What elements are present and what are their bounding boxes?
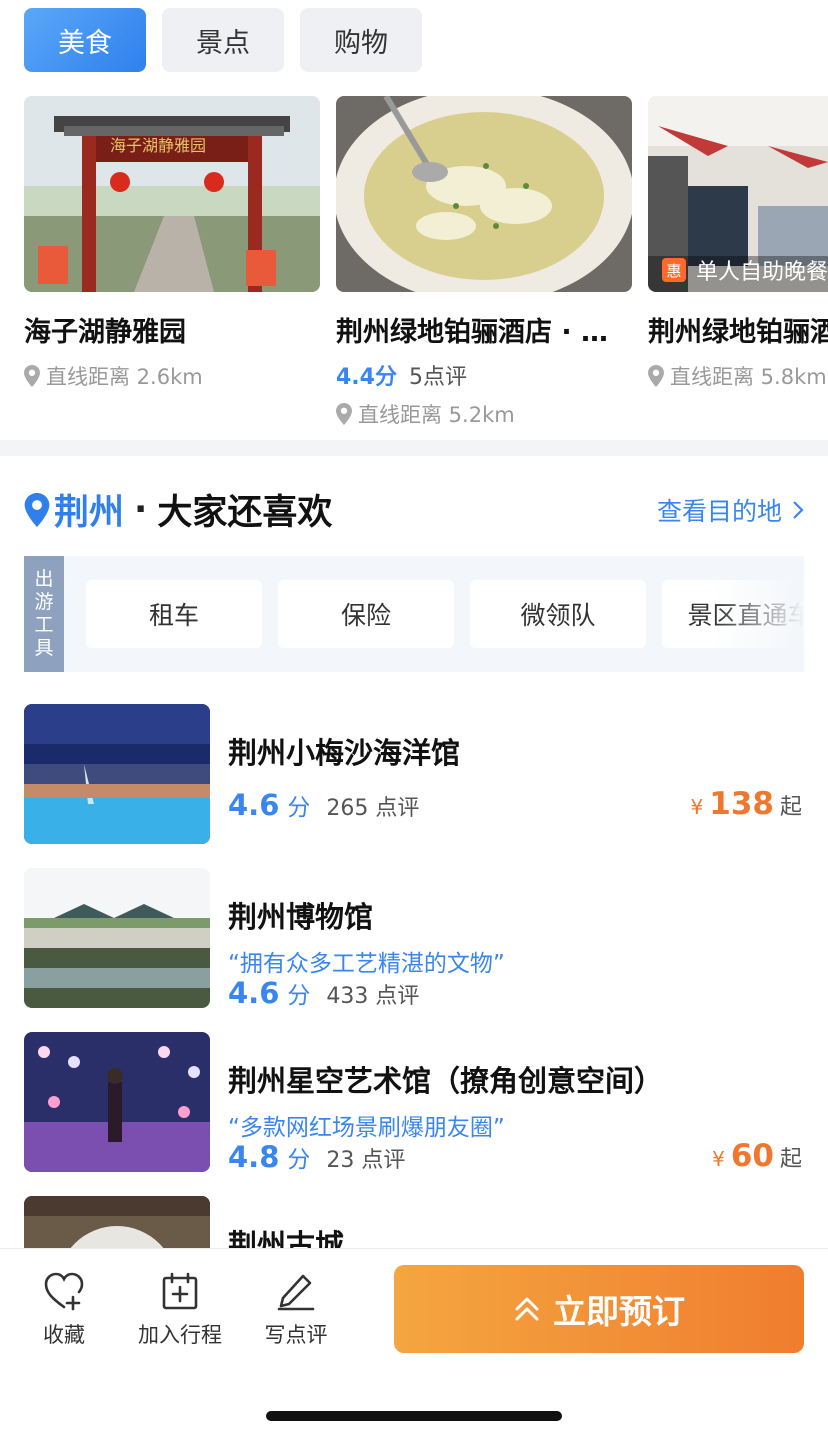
card-title: 荆州绿地铂骊酒店 · … bbox=[336, 317, 609, 348]
price-currency: ¥ bbox=[690, 795, 704, 819]
section-dot: · bbox=[134, 489, 148, 530]
tab-sights[interactable]: 景点 bbox=[162, 8, 284, 72]
food-card[interactable]: 惠 单人自助晚餐 荆州绿地铂骊酒 直线距离 5.8km bbox=[648, 96, 828, 391]
item-name: 荆州博物馆 bbox=[228, 900, 374, 934]
item-name: 荆州星空艺术馆（撩角创意空间） bbox=[228, 1064, 664, 1098]
location-pin-icon bbox=[648, 365, 664, 387]
price-suffix: 起 bbox=[779, 795, 802, 820]
deal-text: 单人自助晚餐 bbox=[696, 260, 828, 285]
location-pin-icon bbox=[24, 492, 50, 527]
food-cards-carousel: 海子湖静雅园 海子湖静雅园 直线距离 2.6km 荆州绿地铂骊酒店 · … 4.… bbox=[24, 96, 828, 426]
card-image-soup bbox=[336, 96, 632, 292]
book-now-label: 立即预订 bbox=[553, 1292, 685, 1331]
item-score-unit: 分 bbox=[287, 795, 311, 821]
section-divider bbox=[0, 440, 828, 456]
label-char: 具 bbox=[34, 637, 54, 659]
card-rating: 4.4分 5点评 bbox=[336, 359, 632, 391]
item-score-unit: 分 bbox=[287, 983, 311, 1009]
tool-insurance[interactable]: 保险 bbox=[278, 580, 454, 648]
label-char: 游 bbox=[34, 591, 54, 613]
food-card[interactable]: 荆州绿地铂骊酒店 · … 4.4分 5点评 直线距离 5.2km bbox=[336, 96, 632, 426]
tab-shopping[interactable]: 购物 bbox=[300, 8, 422, 72]
view-destination-label: 查看目的地 bbox=[656, 496, 782, 526]
food-card[interactable]: 海子湖静雅园 海子湖静雅园 直线距离 2.6km bbox=[24, 96, 320, 391]
add-to-itinerary-label: 加入行程 bbox=[138, 1323, 222, 1347]
write-review-button[interactable]: 写点评 bbox=[236, 1271, 356, 1349]
gate-sign-text: 海子湖静雅园 bbox=[110, 136, 207, 155]
thumb-art-gallery bbox=[24, 1032, 210, 1172]
deal-badge: 惠 单人自助晚餐 bbox=[662, 254, 828, 286]
item-quote: “拥有众多工艺精湛的文物” bbox=[228, 951, 505, 977]
tab-food[interactable]: 美食 bbox=[24, 8, 146, 72]
card-image-restaurant: 惠 单人自助晚餐 bbox=[648, 96, 828, 292]
home-indicator bbox=[266, 1411, 562, 1421]
pencil-icon bbox=[277, 1274, 315, 1311]
item-reviews: 23 点评 bbox=[326, 1148, 406, 1173]
item-reviews: 265 点评 bbox=[326, 796, 420, 821]
bottom-action-bar: 收藏 加入行程 写点评 立即预订 bbox=[0, 1248, 828, 1436]
item-price: ¥ 138 起 bbox=[691, 786, 802, 822]
section-city: 荆州 bbox=[54, 493, 125, 533]
card-distance: 直线距离 5.2km bbox=[336, 399, 632, 426]
price-suffix: 起 bbox=[779, 1147, 802, 1172]
card-title: 海子湖静雅园 bbox=[24, 317, 186, 348]
tools-fade bbox=[714, 556, 804, 672]
label-char: 工 bbox=[34, 614, 54, 636]
card-title: 荆州绿地铂骊酒 bbox=[648, 317, 828, 348]
list-item[interactable]: 荆州小梅沙海洋馆 4.6 分 265 点评 ¥ 138 起 bbox=[24, 704, 804, 844]
calendar-plus-icon bbox=[162, 1272, 198, 1310]
item-score: 4.6 bbox=[228, 788, 280, 822]
favorite-label: 收藏 bbox=[43, 1323, 85, 1347]
favorite-button[interactable]: 收藏 bbox=[4, 1271, 124, 1349]
double-chevron-up-icon bbox=[515, 1297, 539, 1321]
section-header: 荆州 · 大家还喜欢 查看目的地 bbox=[24, 484, 804, 535]
travel-tools-row: 出 游 工 具 租车 保险 微领队 景区直通车 bbox=[24, 556, 804, 672]
item-quote: “多款网红场景刷爆朋友圈” bbox=[228, 1115, 505, 1141]
deal-icon: 惠 bbox=[662, 258, 686, 282]
item-price: ¥ 60 起 bbox=[712, 1138, 802, 1174]
label-char: 出 bbox=[34, 568, 54, 590]
add-to-itinerary-button[interactable]: 加入行程 bbox=[120, 1271, 240, 1349]
item-score: 4.8 bbox=[228, 1140, 280, 1174]
item-rating: 4.6 分 265 点评 bbox=[228, 788, 419, 822]
heart-plus-icon bbox=[44, 1272, 84, 1311]
travel-tools-label: 出 游 工 具 bbox=[24, 556, 64, 672]
distance-text: 直线距离 5.2km bbox=[358, 403, 515, 426]
category-tabs: 美食 景点 购物 bbox=[24, 8, 422, 72]
item-score: 4.6 bbox=[228, 976, 280, 1010]
item-rating: 4.8 分 23 点评 bbox=[228, 1140, 405, 1174]
item-rating: 4.6 分 433 点评 bbox=[228, 976, 419, 1010]
card-image-gate: 海子湖静雅园 bbox=[24, 96, 320, 292]
item-score-unit: 分 bbox=[287, 1147, 311, 1173]
write-review-label: 写点评 bbox=[264, 1323, 328, 1347]
chevron-right-icon bbox=[793, 500, 804, 519]
price-currency: ¥ bbox=[712, 1147, 725, 1171]
item-reviews: 433 点评 bbox=[326, 984, 420, 1009]
thumb-museum bbox=[24, 868, 210, 1008]
list-item[interactable]: 荆州博物馆 “拥有众多工艺精湛的文物” 4.6 分 433 点评 bbox=[24, 868, 804, 1010]
card-distance: 直线距离 5.8km bbox=[648, 361, 828, 391]
card-reviews: 5点评 bbox=[408, 365, 467, 390]
card-distance: 直线距离 2.6km bbox=[24, 361, 320, 391]
thumb-aquarium bbox=[24, 704, 210, 844]
distance-text: 直线距离 5.8km bbox=[670, 365, 827, 389]
location-pin-icon bbox=[336, 403, 352, 425]
card-score: 4.4分 bbox=[336, 365, 397, 390]
book-now-button[interactable]: 立即预订 bbox=[394, 1265, 804, 1353]
location-pin-icon bbox=[24, 365, 40, 387]
tool-car-rental[interactable]: 租车 bbox=[86, 580, 262, 648]
price-value: 138 bbox=[709, 786, 774, 822]
price-value: 60 bbox=[730, 1138, 774, 1174]
list-item[interactable]: 荆州星空艺术馆（撩角创意空间） “多款网红场景刷爆朋友圈” 4.8 分 23 点… bbox=[24, 1032, 804, 1174]
view-destination-link[interactable]: 查看目的地 bbox=[657, 492, 804, 528]
tool-mini-guide[interactable]: 微领队 bbox=[470, 580, 646, 648]
distance-text: 直线距离 2.6km bbox=[46, 365, 203, 389]
item-name: 荆州小梅沙海洋馆 bbox=[228, 736, 461, 770]
section-title: 大家还喜欢 bbox=[157, 493, 333, 533]
